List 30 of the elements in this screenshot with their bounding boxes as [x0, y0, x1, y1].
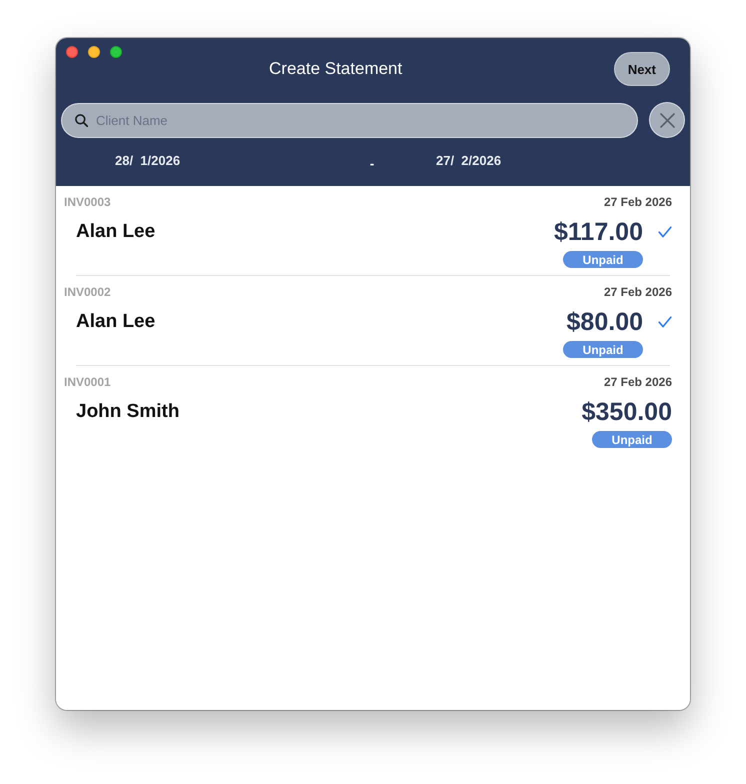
- invoice-amount: $350.00: [582, 397, 672, 427]
- invoice-date: 27 Feb 2026: [604, 375, 672, 389]
- window-close-icon[interactable]: [66, 46, 78, 58]
- invoice-number: INV0003: [64, 195, 111, 209]
- close-icon: [660, 112, 674, 128]
- invoice-row[interactable]: INV0003 27 Feb 2026 Alan Lee $117.00 Unpaid: [56, 186, 690, 276]
- start-date-field[interactable]: 28/ 1/2026: [115, 152, 180, 168]
- invoice-date: 27 Feb 2026: [604, 285, 672, 299]
- window-zoom-icon[interactable]: [110, 46, 122, 58]
- status-badge: Unpaid: [563, 341, 643, 358]
- client-name: John Smith: [76, 400, 180, 424]
- date-range-separator: -: [370, 156, 374, 170]
- window-minimize-icon[interactable]: [88, 46, 100, 58]
- clear-search-button[interactable]: [649, 102, 685, 138]
- end-date-field[interactable]: 27/ 2/2026: [436, 152, 502, 168]
- client-name: Alan Lee: [76, 310, 156, 334]
- invoice-number: INV0002: [64, 285, 111, 299]
- status-badge: Unpaid: [563, 251, 643, 268]
- invoice-row[interactable]: INV0001 27 Feb 2026 John Smith $350.00 Unpaid: [56, 366, 690, 456]
- invoice-row[interactable]: INV0002 27 Feb 2026 Alan Lee $80.00 Unpaid: [56, 276, 690, 366]
- invoice-number: INV0001: [64, 375, 111, 389]
- search-field[interactable]: Client Name: [61, 102, 638, 138]
- search-icon: [75, 114, 88, 126]
- invoice-amount: $117.00: [554, 217, 643, 247]
- invoice-date: 27 Feb 2026: [604, 195, 672, 209]
- next-button[interactable]: Next: [614, 52, 670, 86]
- window-title: Create Statement: [269, 59, 402, 79]
- status-badge: Unpaid: [592, 431, 672, 448]
- client-name: Alan Lee: [76, 220, 156, 244]
- invoice-amount: $80.00: [566, 307, 643, 337]
